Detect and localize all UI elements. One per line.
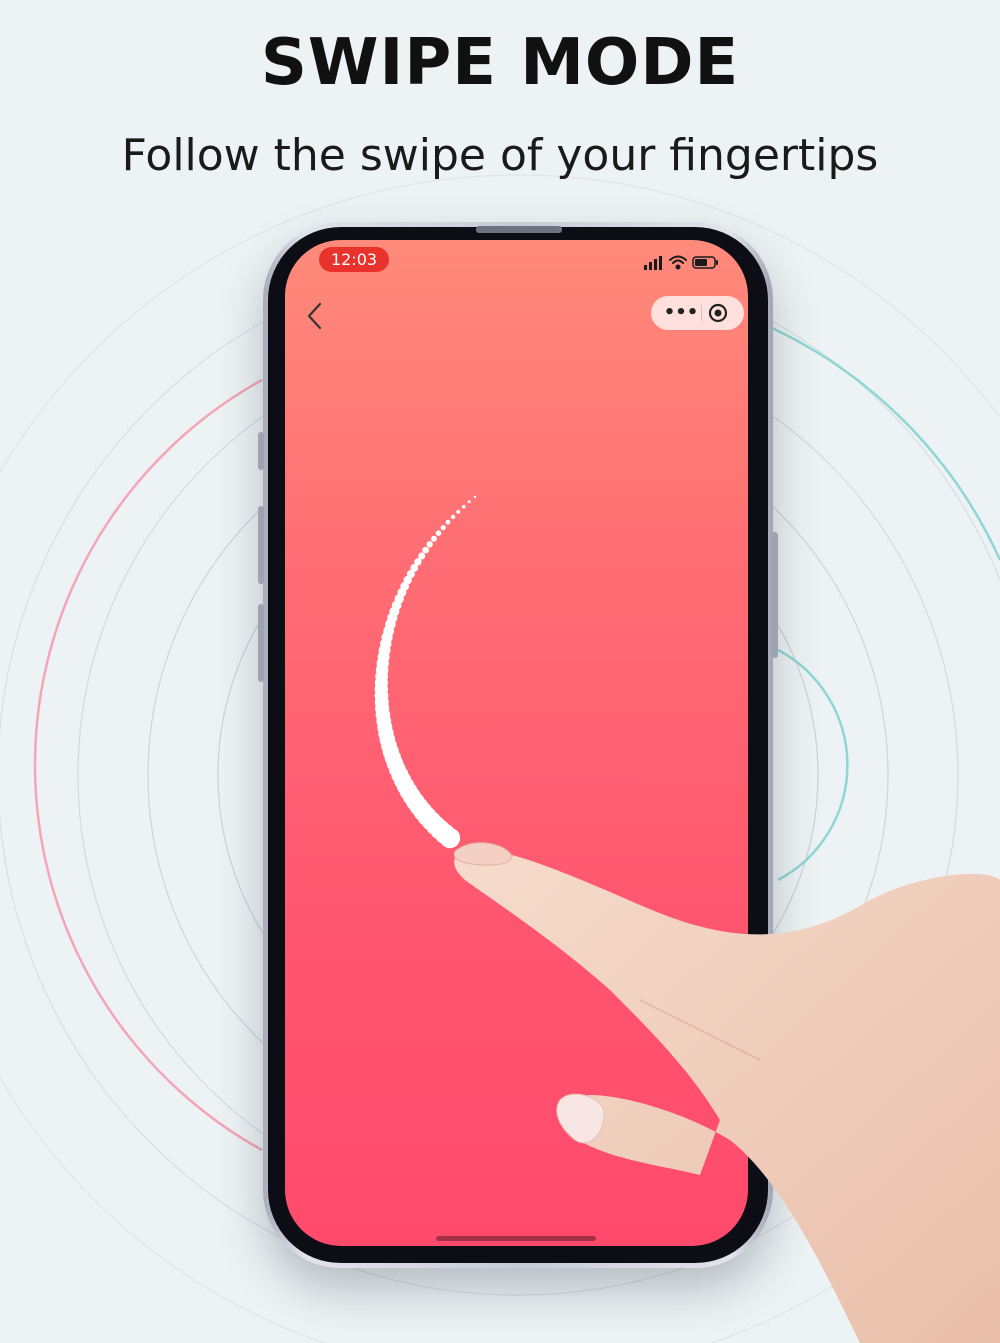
hand-illustration: [453, 842, 1000, 1343]
